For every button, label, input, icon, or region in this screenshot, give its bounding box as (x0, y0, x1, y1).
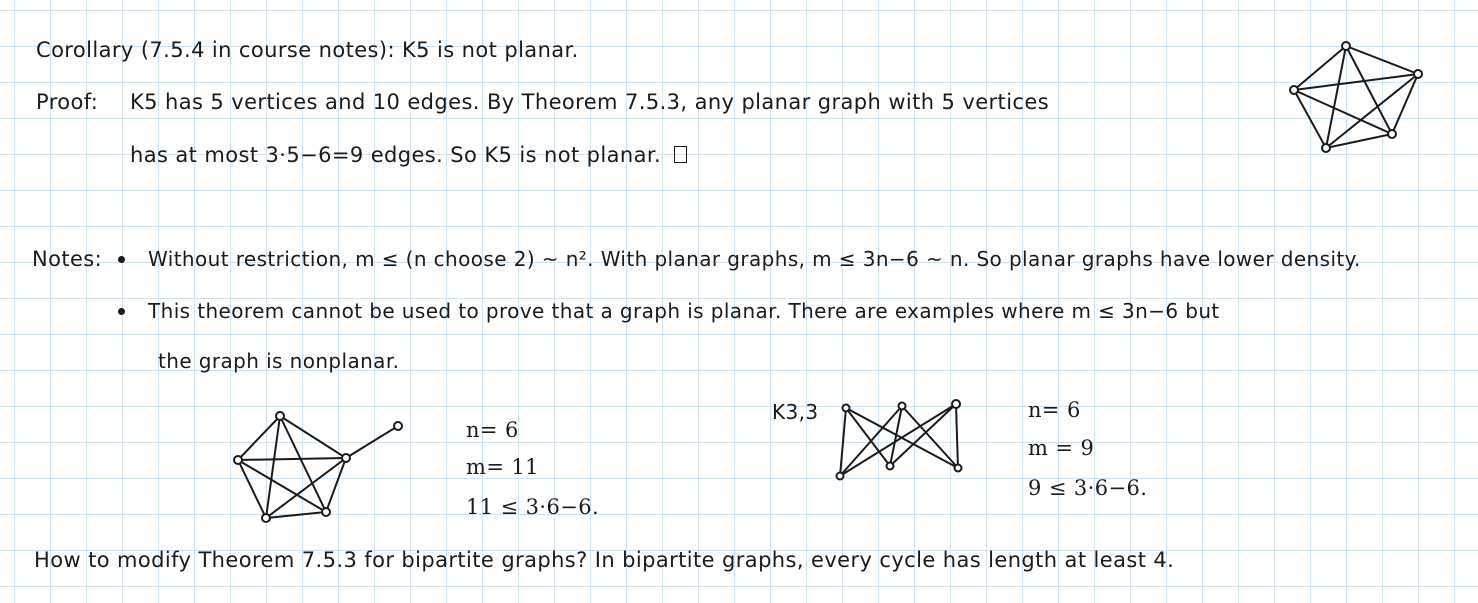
example1-inequality: 11 ≤ 3·6−6. (466, 495, 600, 519)
k33-vertex (841, 403, 851, 413)
proof-line-2-text: has at most 3·5−6=9 edges. So K5 is not … (130, 143, 662, 167)
corollary-line: Corollary (7.5.4 in course notes): K5 is… (36, 38, 579, 62)
k5-outer-cycle (236, 414, 348, 520)
k5-vertex (1321, 143, 1331, 153)
notes-bullet-2-line-2: the graph is nonplanar. (158, 349, 400, 373)
notes-label: Notes: (32, 247, 103, 271)
k33-vertex (951, 399, 961, 409)
bullet-icon (118, 308, 125, 315)
example2-n: n= 6 (1028, 398, 1081, 422)
graph-vertex (321, 507, 331, 517)
pendant-vertex (393, 421, 403, 431)
bullet-icon (118, 256, 125, 263)
example1-n: n= 6 (466, 418, 519, 442)
k5-vertex (1289, 85, 1299, 95)
proof-line-1: K5 has 5 vertices and 10 edges. By Theor… (130, 90, 1050, 114)
k33-graph-drawing (835, 399, 963, 481)
k33-vertex (953, 463, 963, 473)
corollary-label: Corollary (36, 38, 134, 62)
k5-graph-drawing (1289, 41, 1423, 153)
proof-label: Proof: (36, 90, 99, 114)
example1-m: m= 11 (466, 455, 539, 479)
graph-vertex (233, 455, 243, 465)
graph-vertex (341, 453, 351, 463)
k5-edge (1345, 45, 1393, 135)
k33-edge (839, 407, 847, 477)
proof-line-2: has at most 3·5−6=9 edges. So K5 is not … (130, 143, 688, 167)
k5-edge (1293, 73, 1419, 91)
k33-vertex (897, 401, 907, 411)
k5-vertex (1413, 69, 1423, 79)
k5-plus-pendant-graph-drawing (233, 411, 403, 523)
bipartite-question: How to modify Theorem 7.5.3 for bipartit… (34, 548, 1175, 572)
example2-m: m = 9 (1028, 436, 1095, 460)
k5-edge (265, 415, 281, 519)
k33-edge (845, 407, 891, 467)
k33-vertex (835, 471, 845, 481)
notes-bullet-1: Without restriction, m ≤ (n choose 2) ~ … (148, 247, 1361, 271)
k5-vertex (1387, 129, 1397, 139)
k5-vertex (1341, 41, 1351, 51)
k5-edge (1293, 89, 1393, 135)
corollary-statement: K5 is not planar. (402, 38, 579, 62)
k33-edge (901, 405, 959, 469)
graph-vertex (261, 513, 271, 523)
k5-outer-cycle (1292, 44, 1420, 150)
k33-edge (955, 403, 959, 469)
k33-vertex (885, 461, 895, 471)
example2-inequality: 9 ≤ 3·6−6. (1028, 476, 1148, 500)
qed-box-icon (674, 146, 688, 163)
notes-bullet-2-line-1: This theorem cannot be used to prove tha… (148, 299, 1220, 323)
pendant-edge (345, 425, 399, 459)
k33-label: K3,3 (772, 400, 819, 424)
graph-vertex (275, 411, 285, 421)
corollary-ref: (7.5.4 in course notes): (140, 38, 395, 62)
k5-edge (237, 457, 347, 461)
